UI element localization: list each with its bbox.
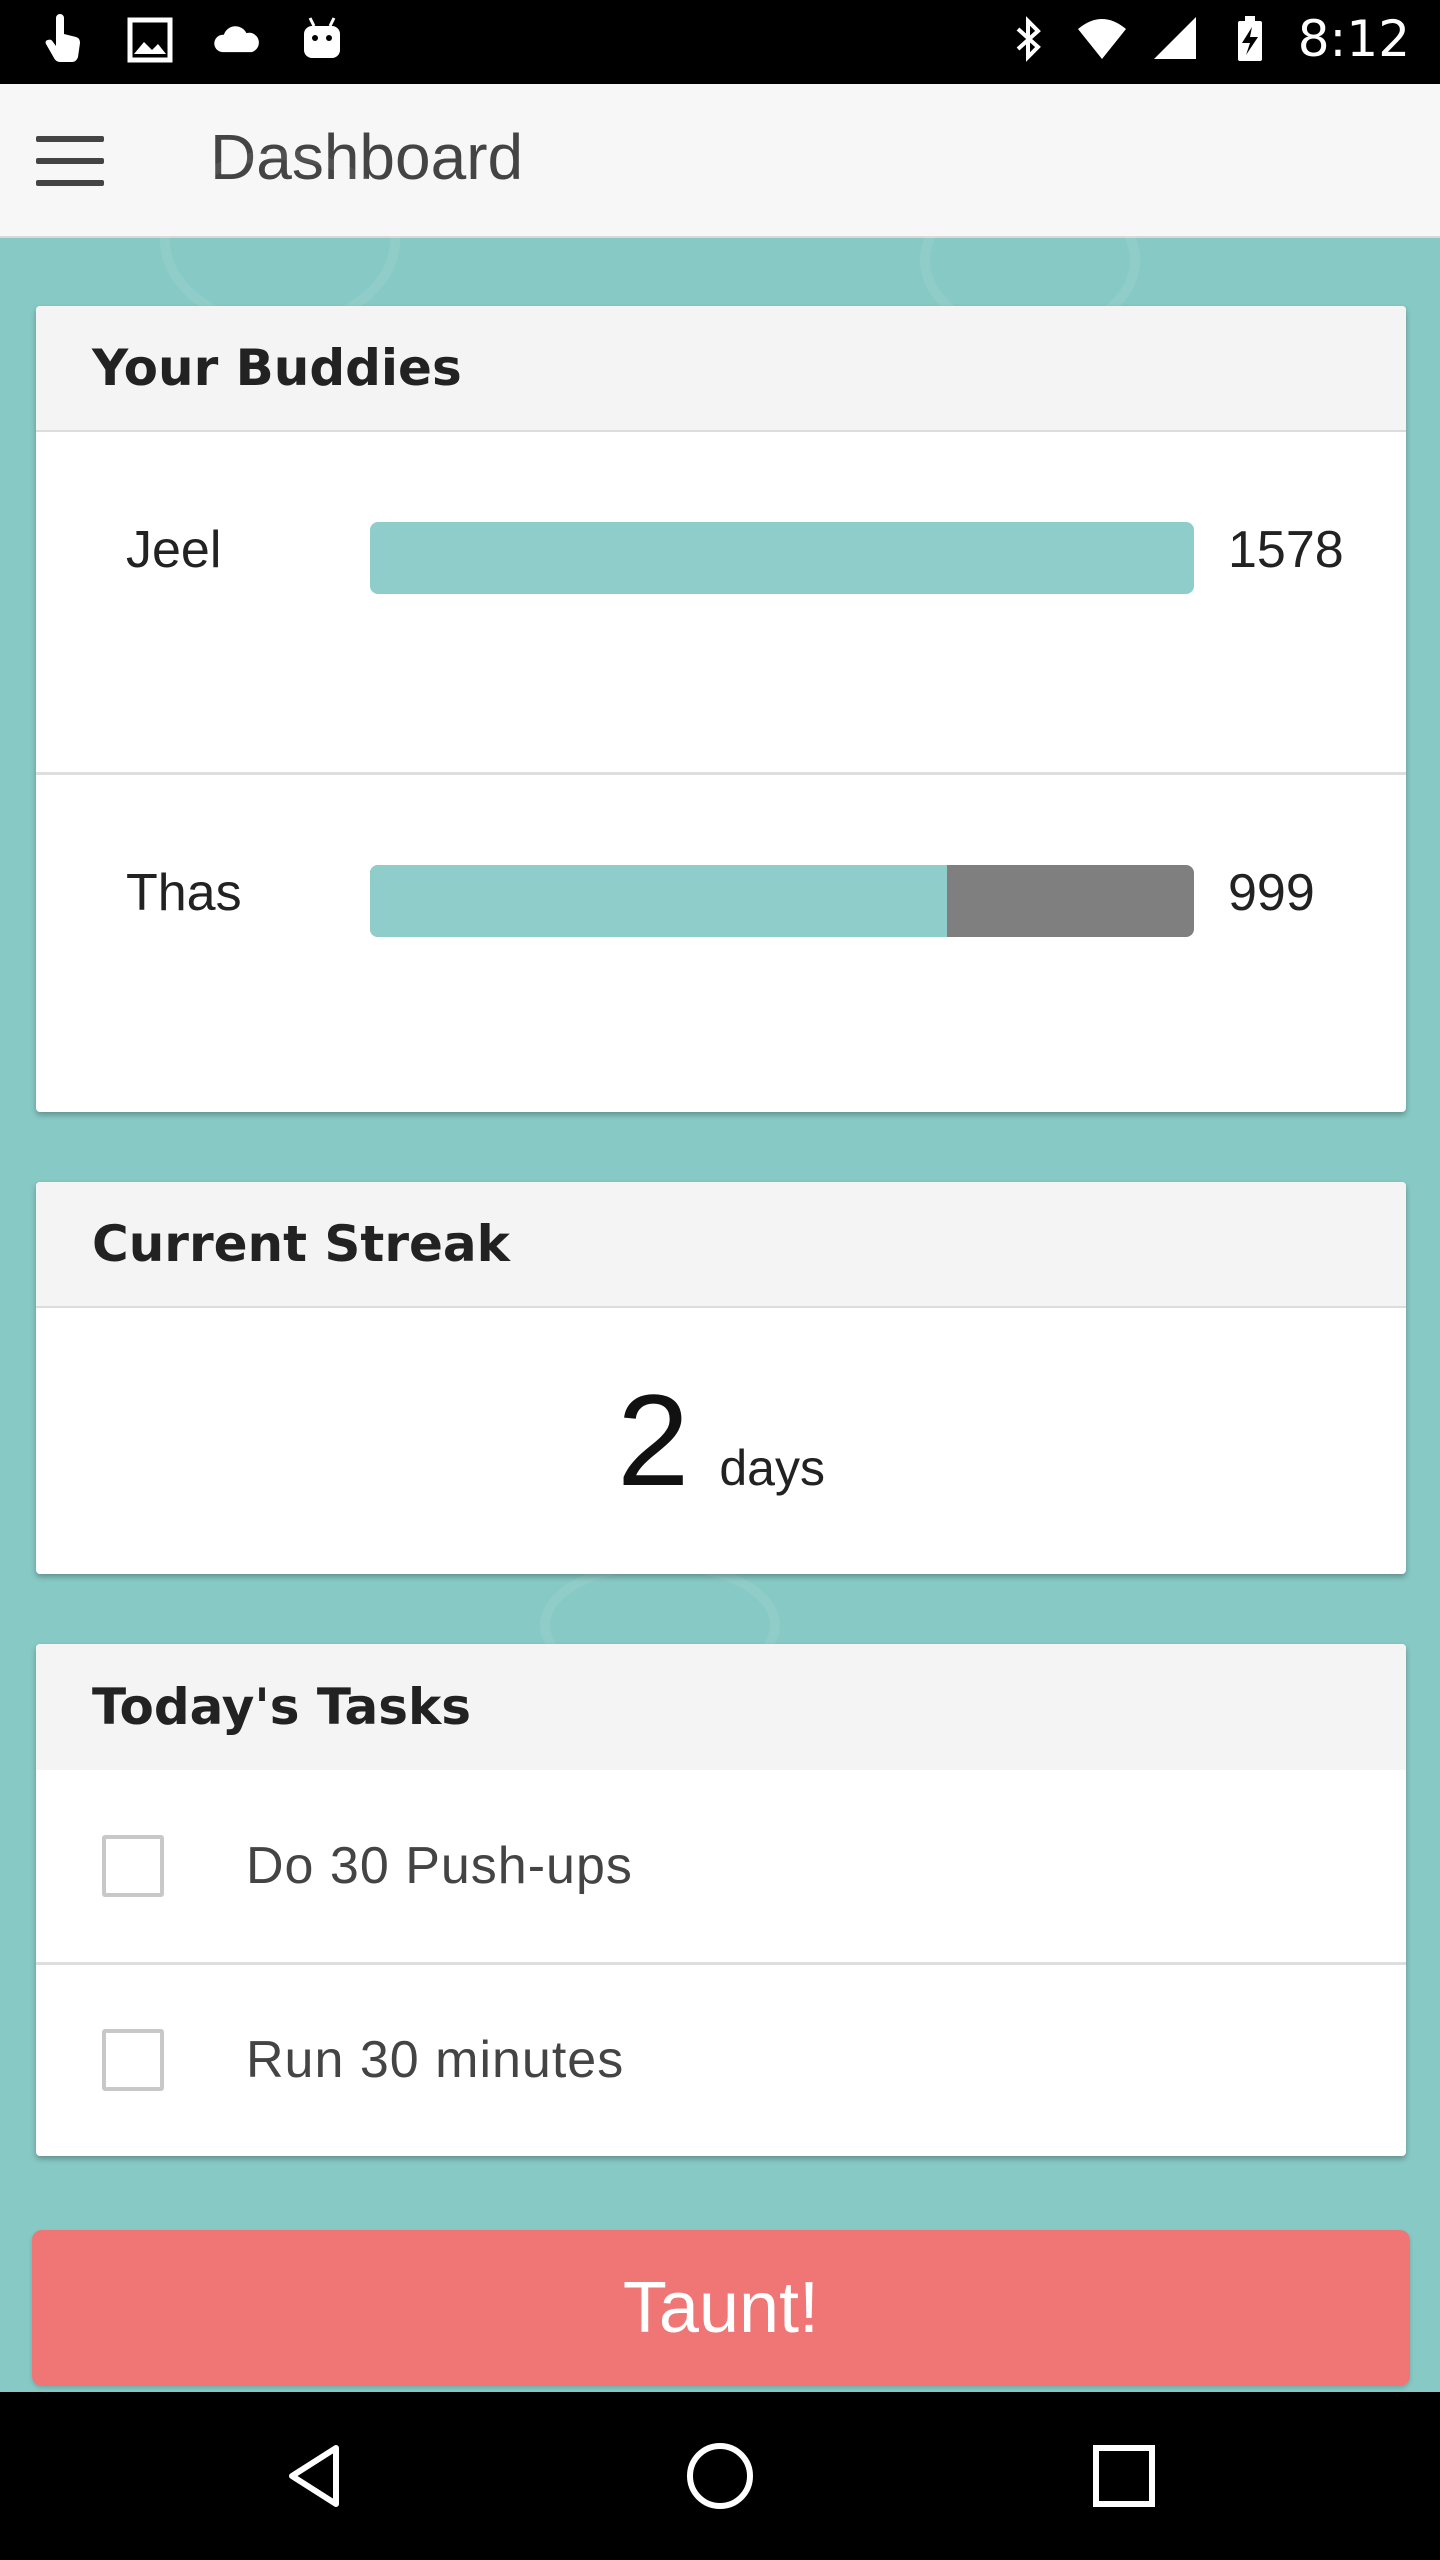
streak-value: 2 [617,1367,690,1513]
background-decoration [160,150,400,330]
taunt-button[interactable]: Taunt! [32,2230,1410,2386]
task-row[interactable]: Run 30 minutes [36,1962,1406,2154]
touch-icon [45,14,80,62]
system-status: 8:12 [1002,10,1410,68]
clock: 8:12 [1297,10,1410,68]
buddy-progress-bar [370,865,1194,937]
buddy-score: 1578 [1228,521,1344,579]
recents-icon[interactable] [1082,2434,1166,2518]
android-icon [304,17,340,58]
signal-icon [1153,17,1196,59]
buddies-card: Your Buddies Jeel 1578 Thas 999 [36,306,1406,1112]
task-checkbox[interactable] [102,1835,164,1897]
tasks-card-title: Today's Tasks [92,1678,472,1736]
buddy-name: Jeel [126,521,222,579]
hamburger-menu-icon[interactable] [28,120,112,204]
task-row[interactable]: Do 30 Push-ups [36,1770,1406,1962]
streak-unit: days [719,1440,825,1496]
buddy-name: Thas [126,864,242,922]
tasks-card: Today's Tasks Do 30 Push-ups Run 30 minu… [36,1644,1406,2156]
status-bar: 8:12 [0,0,1440,84]
streak-body: 2 days [36,1308,1406,1572]
streak-card-title: Current Streak [92,1215,510,1273]
task-checkbox[interactable] [102,2028,164,2091]
navigation-bar [0,2392,1440,2560]
home-icon[interactable] [678,2434,762,2518]
buddy-row[interactable]: Thas 999 [36,772,1406,1112]
buddy-progress-fill [370,522,1194,594]
image-icon [127,17,173,63]
task-label: Do 30 Push-ups [246,1837,633,1895]
buddies-card-header: Your Buddies [36,306,1406,432]
task-label: Run 30 minutes [246,2030,625,2089]
cloud-icon [214,26,259,53]
notification-icons [38,14,348,66]
buddy-score: 999 [1228,864,1315,922]
wifi-icon [1077,19,1126,59]
tasks-card-header: Today's Tasks [36,1644,1406,1770]
bluetooth-icon [1016,16,1041,62]
buddy-progress-fill [370,865,947,937]
streak-card-header: Current Streak [36,1182,1406,1308]
streak-card: Current Streak 2 days [36,1182,1406,1574]
buddies-card-title: Your Buddies [92,339,462,397]
back-icon[interactable] [274,2434,358,2518]
buddy-row[interactable]: Jeel 1578 [36,432,1406,772]
battery-charging-icon [1237,16,1262,61]
buddy-progress-bar [370,522,1194,594]
